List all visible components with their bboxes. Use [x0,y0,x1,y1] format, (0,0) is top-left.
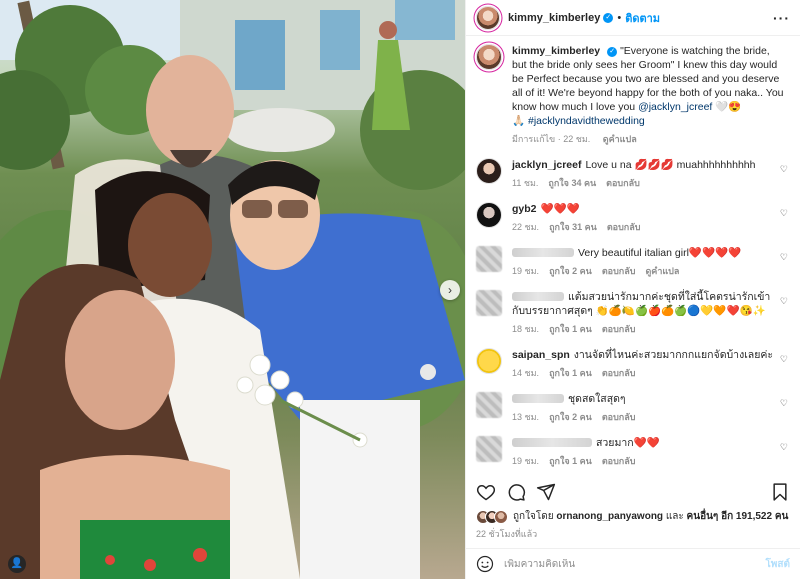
action-bar [476,480,790,504]
author-avatar[interactable] [476,5,500,30]
comment-icon[interactable] [506,482,526,502]
comment-time: 13 ชม. [512,412,540,422]
likes-text: ถูกใจโดย ornanong_panyawong และ คนอื่นๆ … [513,509,788,524]
blurred-username [512,292,564,301]
blurred-username [512,438,592,447]
comment-likes[interactable]: ถูกใจ 2 คน [549,266,592,276]
comment-row: ชุดสดใสสุดๆ 13 ชม. ถูกใจ 2 คน ตอบกลับ ♡ [476,392,790,424]
verified-icon: ✓ [603,12,614,23]
heart-icon[interactable] [476,482,496,502]
comment-text: งานจัดที่ไหนค่ะสวยมากกกแยกจัดบ้างเลยค่ะ [573,349,774,361]
comment-heart-icon[interactable]: ♡ [780,354,788,365]
blurred-username [512,248,574,257]
reply-button[interactable]: ตอบกลับ [602,412,636,422]
caption-username[interactable]: kimmy_kimberley [512,45,600,57]
comment-text: Love u na 💋💋💋 muahhhhhhhhhh [585,159,756,171]
caption: kimmy_kimberley ✓ "Everyone is watching t… [476,44,790,146]
comment-time: 19 ชม. [512,456,540,466]
comment-username[interactable]: gyb2 [512,203,537,215]
separator-dot: • [617,11,622,24]
comment-heart-icon[interactable]: ♡ [780,208,788,219]
comment-row: jacklyn_jcreef Love u na 💋💋💋 muahhhhhhhhh… [476,158,790,190]
blurred-avatar [476,246,502,272]
reply-button[interactable]: ตอบกลับ [602,266,636,276]
caption-meta: มีการแก้ไข · 22 ชม. ดูคำแปล [512,132,786,146]
reply-button[interactable]: ตอบกลับ [602,324,636,334]
caption-mention[interactable]: @jacklyn_jcreef [638,101,712,113]
blurred-avatar [476,290,502,316]
likes-summary: ถูกใจโดย ornanong_panyawong และ คนอื่นๆ … [476,509,790,524]
comment-heart-icon[interactable]: ♡ [780,442,788,453]
comment-time: 18 ชม. [512,324,540,334]
comment-heart-icon[interactable]: ♡ [780,164,788,175]
comment-heart-icon[interactable]: ♡ [780,252,788,263]
next-photo-button[interactable]: › [440,280,460,300]
follow-button[interactable]: ติดตาม [625,9,660,27]
comment-heart-icon[interactable]: ♡ [780,296,788,307]
comment-time: 14 ชม. [512,368,540,378]
comment-likes[interactable]: ถูกใจ 2 คน [549,412,592,422]
reply-button[interactable]: ตอบกลับ [602,456,636,466]
comment-time: 22 ชม. [512,222,540,232]
bookmark-icon[interactable] [770,482,790,502]
comment-time: 11 ชม. [512,178,539,188]
caption-translate-link[interactable]: ดูคำแปล [603,134,637,144]
likes-others[interactable]: คนอื่นๆ อีก 191,522 คน [687,511,789,522]
comment-text: Very beautiful italian girl❤️❤️❤️❤️ [578,247,742,259]
comment-likes[interactable]: ถูกใจ 34 คน [548,178,596,188]
comment-row: Very beautiful italian girl❤️❤️❤️❤️ 19 ช… [476,246,790,278]
add-comment-bar: โพสต์ [466,548,800,579]
caption-emoji-hands: 🙏🏻 [512,115,526,127]
more-icon[interactable]: ··· [773,10,790,26]
comment-text: ชุดสดใสสุดๆ [568,393,626,405]
blurred-username [512,394,564,403]
comments-list[interactable]: kimmy_kimberley ✓ "Everyone is watching t… [466,36,800,473]
comment-likes[interactable]: ถูกใจ 1 คน [549,456,592,466]
post-header: kimmy_kimberley ✓ • ติดตาม ··· [466,0,800,36]
caption-hashtag[interactable]: #jacklyndavidthewedding [528,115,645,127]
comment-text: ❤️❤️❤️ [540,203,580,215]
reply-button[interactable]: ตอบกลับ [602,368,636,378]
comment-row: saipan_spn งานจัดที่ไหนค่ะสวยมากกกแยกจัดบ… [476,348,790,380]
liker-avatar [494,509,508,524]
comment-likes[interactable]: ถูกใจ 31 คน [549,222,597,232]
share-icon[interactable] [536,482,556,502]
commenter-avatar[interactable] [476,202,502,228]
comment-heart-icon[interactable]: ♡ [780,398,788,409]
post-comment-button[interactable]: โพสต์ [765,557,790,572]
blurred-avatar [476,392,502,418]
comment-time: 19 ชม. [512,266,540,276]
caption-edited: มีการแก้ไข · 22 ชม. [512,134,591,144]
comment-likes[interactable]: ถูกใจ 1 คน [549,368,592,378]
reply-button[interactable]: ตอบกลับ [607,222,641,232]
author-username[interactable]: kimmy_kimberley [508,12,600,24]
likes-middle: และ [665,511,684,522]
comment-row: แต้มสวยน่ารักมากค่ะชุดที่ใส่นี้โคตรน่ารั… [476,290,790,336]
verified-icon: ✓ [607,47,618,57]
comment-row: gyb2 ❤️❤️❤️ 22 ชม. ถูกใจ 31 คน ตอบกลับ ♡ [476,202,790,234]
caption-avatar[interactable] [476,44,502,70]
post-photo[interactable]: › 👤 [0,0,465,579]
emoji-icon[interactable] [476,555,494,573]
likes-user[interactable]: ornanong_panyawong [556,511,663,522]
commenter-avatar[interactable] [476,158,502,184]
likes-prefix: ถูกใจโดย [513,511,554,522]
comment-input[interactable] [504,558,766,570]
comment-username[interactable]: saipan_spn [512,349,570,361]
blurred-avatar [476,436,502,462]
chevron-right-icon: › [448,283,452,297]
comment-username[interactable]: jacklyn_jcreef [512,159,581,171]
commenter-avatar[interactable] [476,348,502,374]
tagged-user-icon[interactable]: 👤 [8,555,26,573]
caption-text-block: kimmy_kimberley ✓ "Everyone is watching t… [512,44,786,128]
comment-row: สวยมาก❤️❤️ 19 ชม. ถูกใจ 1 คน ตอบกลับ ♡ [476,436,790,468]
comment-translate-link[interactable]: ดูคำแปล [645,266,679,276]
wedding-photo-illustration [0,0,465,579]
reply-button[interactable]: ตอบกลับ [606,178,640,188]
comment-text: สวยมาก❤️❤️ [596,437,660,449]
comment-likes[interactable]: ถูกใจ 1 คน [549,324,592,334]
posted-time: 22 ชั่วโมงที่แล้ว [476,529,538,539]
caption-emoji: 🤍😍 [715,101,742,113]
post-panel: kimmy_kimberley ✓ • ติดตาม ··· kimmy_kim… [465,0,800,579]
